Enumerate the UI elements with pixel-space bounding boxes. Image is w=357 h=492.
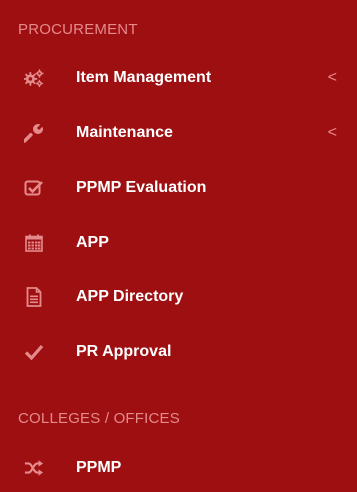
sidebar-item-label: Item Management xyxy=(76,69,212,86)
sidebar-item-label: PR Approval xyxy=(76,343,172,360)
sidebar-item-ppmp-evaluation[interactable]: PPMP Evaluation xyxy=(0,166,357,210)
wrench-icon xyxy=(24,123,44,143)
cogs-icon xyxy=(24,68,44,88)
sidebar-item-label: PPMP Evaluation xyxy=(76,179,207,196)
sidebar-item-item-management[interactable]: Item Management < xyxy=(0,56,357,100)
chevron-left-icon: < xyxy=(327,124,337,141)
sidebar-item-pr-approval[interactable]: PR Approval xyxy=(0,330,357,374)
file-text-icon xyxy=(24,287,44,307)
random-icon xyxy=(24,458,44,478)
sidebar-item-maintenance[interactable]: Maintenance < xyxy=(0,111,357,155)
section-header-colleges-offices: COLLEGES / OFFICES xyxy=(18,410,180,427)
sidebar: PROCUREMENT Item Management < Maintenanc… xyxy=(0,0,357,492)
check-square-icon xyxy=(24,178,44,198)
sidebar-item-ppmp[interactable]: PPMP xyxy=(0,446,357,490)
sidebar-item-label: Maintenance xyxy=(76,124,173,141)
sidebar-item-app-directory[interactable]: APP Directory xyxy=(0,275,357,319)
check-icon xyxy=(24,342,44,362)
sidebar-item-label: APP xyxy=(76,234,109,251)
sidebar-item-app[interactable]: APP xyxy=(0,221,357,265)
sidebar-item-label: APP Directory xyxy=(76,288,184,305)
calendar-icon xyxy=(24,233,44,253)
chevron-left-icon: < xyxy=(327,69,337,86)
sidebar-item-label: PPMP xyxy=(76,459,122,476)
section-header-procurement: PROCUREMENT xyxy=(18,21,138,38)
